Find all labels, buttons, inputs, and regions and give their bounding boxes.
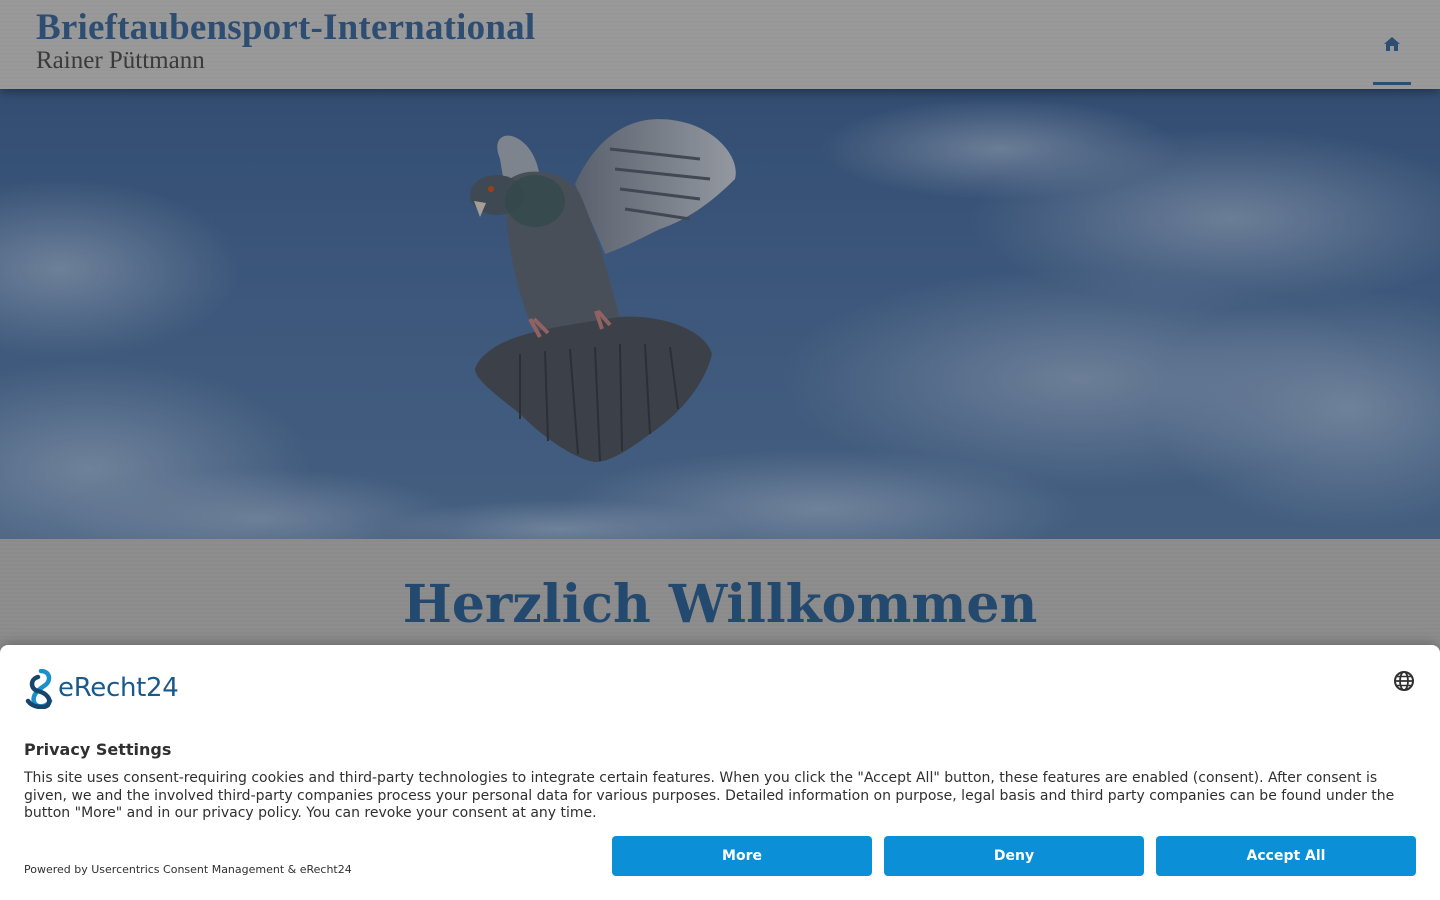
site-header: Brieftaubensport-International Rainer Pü… (0, 0, 1440, 89)
consent-description: This site uses consent-requiring cookies… (24, 770, 1395, 821)
erecht24-logo: eRecht24 (24, 668, 179, 710)
more-button[interactable]: More (612, 836, 872, 876)
logo-text: eRecht24 (58, 673, 179, 703)
pigeon-photo (0, 89, 1440, 539)
consent-title: Privacy Settings (24, 740, 172, 759)
globe-icon (1394, 671, 1414, 691)
welcome-heading: Herzlich Willkommen (402, 574, 1038, 635)
nav-home-link[interactable] (1373, 30, 1411, 85)
home-icon (1384, 37, 1400, 51)
erecht24-logo-mark (25, 668, 53, 710)
accept-all-button[interactable]: Accept All (1156, 836, 1416, 876)
language-selector[interactable] (1393, 670, 1415, 696)
consent-banner: eRecht24 Privacy Settings This site uses… (0, 645, 1440, 900)
deny-button[interactable]: Deny (884, 836, 1144, 876)
site-title[interactable]: Brieftaubensport-International (36, 6, 535, 49)
powered-by-text: Powered by Usercentrics Consent Manageme… (24, 863, 352, 876)
hero-image (0, 89, 1440, 539)
site-subtitle: Rainer Püttmann (36, 47, 205, 74)
